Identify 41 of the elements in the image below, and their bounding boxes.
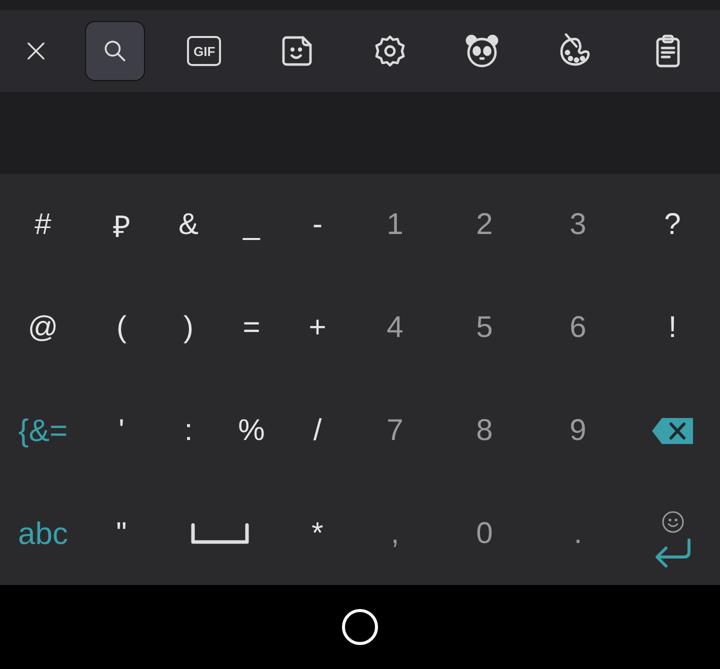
key[interactable]: 1 [352, 174, 438, 277]
key[interactable]: ) [157, 276, 220, 380]
key[interactable]: 6 [531, 276, 625, 380]
key[interactable]: " [86, 482, 157, 585]
backspace-icon [650, 416, 694, 445]
key[interactable]: 0 [438, 482, 531, 585]
key[interactable]: ₽ [86, 174, 157, 277]
key[interactable]: - [283, 174, 352, 277]
key[interactable]: : [157, 380, 220, 482]
key[interactable]: 9 [531, 380, 625, 482]
toolbar-button[interactable]: GIF [174, 21, 234, 81]
key[interactable]: & [157, 174, 220, 277]
key[interactable]: 3 [531, 174, 625, 277]
key[interactable]: # [0, 174, 86, 277]
key[interactable]: {&= [0, 380, 86, 482]
key[interactable]: ' [86, 380, 157, 482]
key[interactable]: ? [625, 174, 720, 277]
key[interactable]: 4 [352, 276, 438, 380]
key[interactable]: . [531, 482, 625, 585]
gif-icon: GIF [187, 36, 222, 66]
toolbar-button[interactable] [85, 21, 145, 81]
space-icon [191, 522, 249, 545]
key[interactable]: , [352, 482, 438, 585]
smiley-icon [660, 510, 684, 534]
key[interactable]: + [283, 276, 352, 380]
key[interactable]: ! [625, 276, 720, 380]
key[interactable]: 5 [438, 276, 531, 380]
home-button[interactable] [342, 609, 378, 645]
key[interactable]: % [220, 380, 283, 482]
key[interactable]: = [220, 276, 283, 380]
enter-icon [654, 538, 692, 570]
key[interactable]: 7 [352, 380, 438, 482]
key[interactable]: 2 [438, 174, 531, 277]
key[interactable]: abc [0, 482, 86, 585]
key[interactable]: 8 [438, 380, 531, 482]
key[interactable]: ( [86, 276, 157, 380]
key[interactable]: * [283, 482, 352, 585]
key[interactable]: _ [220, 174, 283, 277]
panda-icon [464, 33, 500, 69]
key[interactable]: @ [0, 276, 86, 380]
key[interactable]: / [283, 380, 352, 482]
